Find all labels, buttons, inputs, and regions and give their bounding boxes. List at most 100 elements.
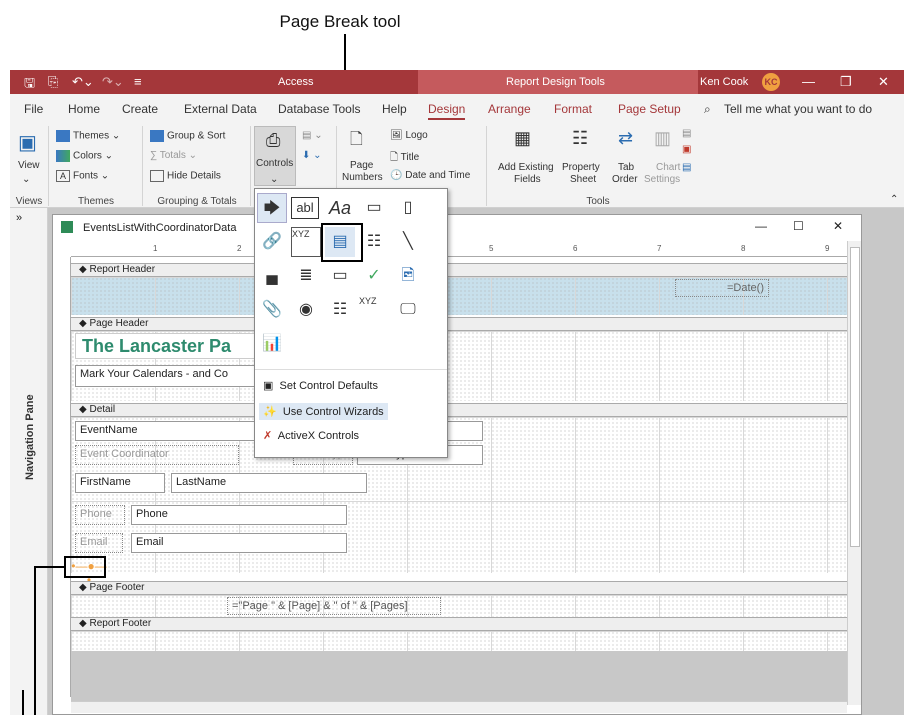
detail-band[interactable]: EventName Event Coordinator EventType Ev… xyxy=(71,417,847,587)
hyperlink-icon[interactable]: 🔗 xyxy=(257,227,287,257)
colors-button[interactable]: Colors ⌄ xyxy=(56,150,113,162)
close-icon[interactable]: ✕ xyxy=(878,74,889,90)
attachment-icon[interactable]: 📎 xyxy=(257,295,287,325)
section-page-footer[interactable]: ◆ Page Footer xyxy=(71,581,847,595)
tab-home[interactable]: Home xyxy=(68,102,100,116)
vertical-scrollbar[interactable] xyxy=(847,241,861,705)
tab-format[interactable]: Format xyxy=(554,102,592,116)
email-field[interactable]: Email xyxy=(131,533,347,553)
report-title-control[interactable]: The Lancaster Pa xyxy=(75,333,255,359)
fonts-button[interactable]: A Fonts ⌄ xyxy=(56,170,109,182)
subform-icon[interactable]: ▤ xyxy=(682,162,691,173)
set-control-defaults-item[interactable]: ▣ Set Control Defaults xyxy=(263,379,378,392)
property-sheet-label-2[interactable]: Sheet xyxy=(570,174,596,185)
activex-controls-item[interactable]: ✗ ActiveX Controls xyxy=(263,429,359,442)
chevron-down-icon[interactable]: ⌄ xyxy=(22,174,30,185)
line-icon[interactable]: ╲ xyxy=(393,227,423,257)
list-box-icon[interactable]: ≣ xyxy=(291,261,321,291)
event-name-field[interactable]: EventName xyxy=(75,421,255,441)
phone-label[interactable]: Phone xyxy=(75,505,125,525)
tab-database-tools[interactable]: Database Tools xyxy=(278,102,361,116)
chart-settings-label-1[interactable]: Chart xyxy=(656,162,680,173)
page-footer-band[interactable]: ="Page " & [Page] & " of " & [Pages] xyxy=(71,595,847,617)
email-label[interactable]: Email xyxy=(75,533,123,553)
insert-pagebreak-icon[interactable]: ⬇ ⌄ xyxy=(302,150,322,161)
title-button[interactable]: 🗋 Title xyxy=(390,150,419,167)
logo-button[interactable]: 🖼 Logo xyxy=(390,130,428,141)
themes-button[interactable]: Themes ⌄ xyxy=(56,130,120,142)
search-box[interactable]: Tell me what you want to do xyxy=(724,102,872,116)
tab-page-setup[interactable]: Page Setup xyxy=(618,102,681,116)
save-icon[interactable]: 🖫 xyxy=(24,74,35,96)
tab-file[interactable]: File xyxy=(24,102,43,116)
section-detail[interactable]: ◆ Detail xyxy=(71,403,847,417)
option-button-icon[interactable]: ◉ xyxy=(291,295,321,325)
date-control[interactable]: =Date() xyxy=(675,279,769,297)
page-number-expression[interactable]: ="Page " & [Page] & " of " & [Pages] xyxy=(227,597,441,615)
section-report-header[interactable]: ◆ Report Header xyxy=(71,263,847,277)
tab-external-data[interactable]: External Data xyxy=(184,102,257,116)
image-icon[interactable]: 🖻 xyxy=(393,261,423,291)
tab-order-label-2[interactable]: Order xyxy=(612,174,638,185)
bound-object-icon[interactable]: XYZ xyxy=(359,295,389,325)
section-report-footer[interactable]: ◆ Report Footer xyxy=(71,617,847,631)
last-name-field[interactable]: LastName xyxy=(171,473,367,493)
avatar[interactable]: KC xyxy=(762,73,780,91)
section-page-header[interactable]: ◆ Page Header xyxy=(71,317,847,331)
convert-macros-icon[interactable]: ▣ xyxy=(682,144,691,155)
search-icon[interactable]: ⌕ xyxy=(704,102,711,117)
tab-help[interactable]: Help xyxy=(382,102,407,116)
report-footer-band[interactable] xyxy=(71,631,847,651)
hide-details-button[interactable]: Hide Details xyxy=(150,170,221,182)
navigation-control-icon[interactable]: XYZ xyxy=(291,227,321,257)
insert-image-icon[interactable]: ▤ ⌄ xyxy=(302,130,323,141)
view-button[interactable]: View xyxy=(18,160,40,171)
add-fields-label-2[interactable]: Fields xyxy=(514,174,541,185)
tab-design[interactable]: Design xyxy=(428,102,466,120)
tab-order-label-1[interactable]: Tab xyxy=(618,162,634,173)
undo-icon[interactable]: ↶⌄ xyxy=(72,74,94,90)
redo-icon[interactable]: ↷⌄ xyxy=(102,74,124,90)
tab-arrange[interactable]: Arrange xyxy=(488,102,531,116)
collapse-ribbon-icon[interactable]: ⌃ xyxy=(890,194,898,205)
form-icon[interactable]: ⎘ xyxy=(48,74,58,90)
totals-button[interactable]: ∑ Totals ⌄ xyxy=(150,150,197,161)
subform-icon[interactable]: ☷ xyxy=(325,295,355,325)
first-name-field[interactable]: FirstName xyxy=(75,473,165,493)
add-fields-label-1[interactable]: Add Existing xyxy=(498,162,554,173)
customize-icon[interactable]: ≡ xyxy=(134,74,142,89)
select-pointer-icon[interactable]: 🡆 xyxy=(257,193,287,223)
report-header-band[interactable]: =Date() xyxy=(71,277,847,315)
event-coordinator-label[interactable]: Event Coordinator xyxy=(75,445,239,465)
chart-settings-label-2[interactable]: Settings xyxy=(644,174,680,185)
checkbox-icon[interactable]: ✓ xyxy=(359,261,389,291)
label-icon[interactable]: Aa xyxy=(325,193,355,223)
tab-create[interactable]: Create xyxy=(122,102,158,116)
view-code-icon[interactable]: ▤ xyxy=(682,128,691,139)
combo-box-icon[interactable]: ☷ xyxy=(359,227,389,257)
close-icon[interactable]: ✕ xyxy=(833,219,843,233)
view-icon[interactable]: ▣ xyxy=(18,130,37,155)
textbox-icon[interactable]: abl xyxy=(291,197,319,219)
maximize-icon[interactable]: ☐ xyxy=(793,219,804,233)
navigation-pane[interactable]: » Navigation Pane xyxy=(10,208,48,715)
minimize-icon[interactable]: — xyxy=(755,219,767,233)
minimize-icon[interactable]: — xyxy=(802,74,815,89)
toggle-button-icon[interactable]: ▄ xyxy=(257,261,287,291)
page-numbers-label-1[interactable]: Page xyxy=(350,160,373,171)
date-time-button[interactable]: 🕒 Date and Time xyxy=(390,170,470,181)
phone-field[interactable]: Phone xyxy=(131,505,347,525)
page-numbers-label-2[interactable]: Numbers xyxy=(342,172,383,183)
expand-icon[interactable]: » xyxy=(16,212,22,224)
horizontal-scrollbar[interactable] xyxy=(71,701,847,713)
scrollbar-thumb[interactable] xyxy=(850,247,860,547)
button-icon[interactable]: ▭ xyxy=(359,193,389,223)
rectangle-icon[interactable]: ▭ xyxy=(325,261,355,291)
restore-icon[interactable]: ❐ xyxy=(840,74,852,90)
unbound-object-icon[interactable]: 🖵 xyxy=(393,295,423,325)
property-sheet-label-1[interactable]: Property xyxy=(562,162,600,173)
tab-control-icon[interactable]: ▯ xyxy=(393,193,423,223)
chart-icon[interactable]: 📊 xyxy=(257,329,287,359)
subtitle-control[interactable]: Mark Your Calendars - and Co xyxy=(75,365,255,387)
use-control-wizards-item[interactable]: ✨ Use Control Wizards xyxy=(259,403,388,420)
